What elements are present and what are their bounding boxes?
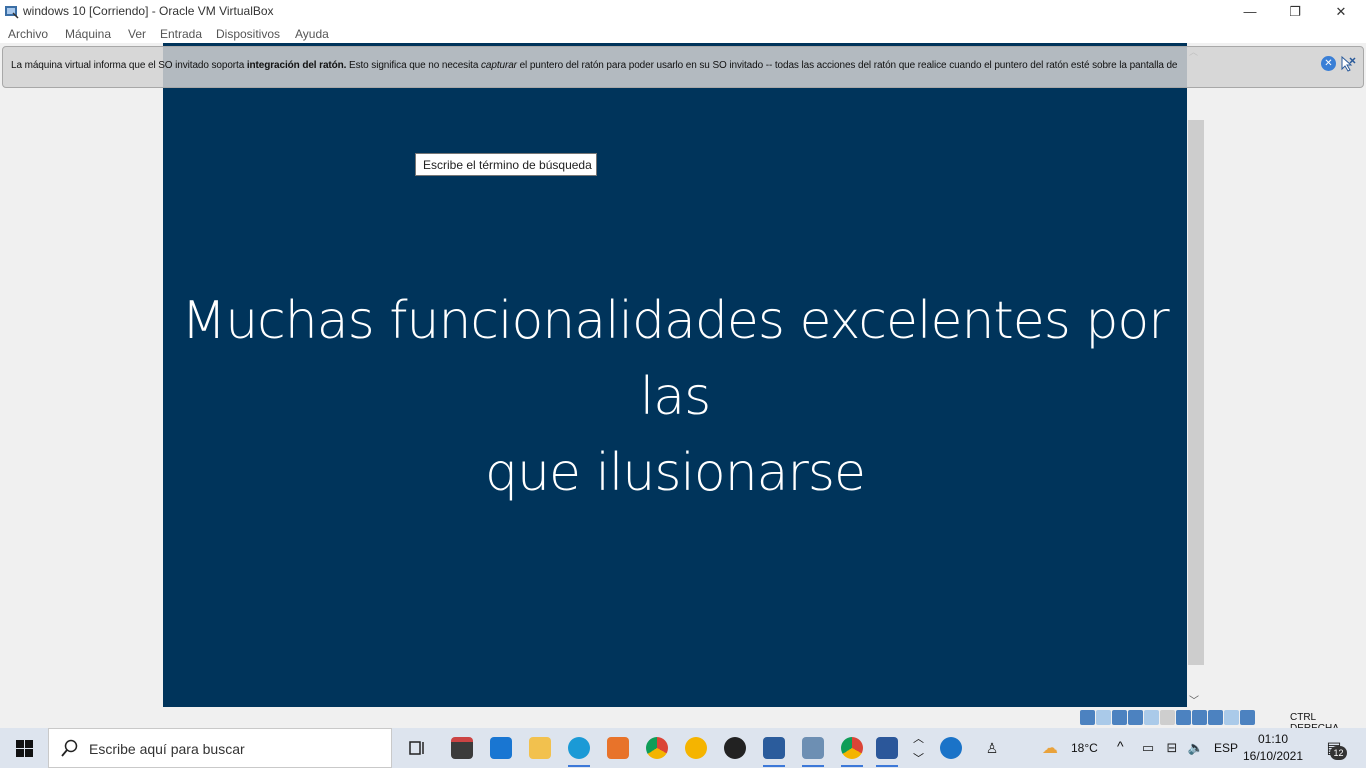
- search-placeholder: Escribe aquí para buscar: [89, 741, 245, 757]
- minimize-button[interactable]: —: [1227, 0, 1273, 23]
- clock[interactable]: 01:10 16/10/2021: [1238, 731, 1308, 765]
- keyboard-capture-icon[interactable]: [1240, 710, 1255, 725]
- setup-headline: Muchas funcionalidades excelentes por la…: [163, 283, 1187, 511]
- notification-text-bold: integración del ratón.: [246, 60, 347, 71]
- tray-scroll-up-icon[interactable]: ︿: [913, 730, 924, 746]
- file-explorer-icon[interactable]: [526, 734, 554, 762]
- video-capture-icon[interactable]: [1192, 710, 1207, 725]
- store-icon[interactable]: [448, 734, 476, 762]
- headline-line-2: que ilusionarse: [485, 443, 866, 503]
- restore-button[interactable]: ❐: [1272, 0, 1318, 23]
- notification-count-badge: 12: [1330, 746, 1347, 760]
- menu-entrada[interactable]: Entrada: [160, 27, 202, 41]
- clock-date: 16/10/2021: [1242, 749, 1304, 763]
- vertical-scrollbar-thumb[interactable]: [1188, 120, 1204, 665]
- taskbar-search-box[interactable]: Escribe aquí para buscar: [48, 728, 392, 768]
- notification-close-icon[interactable]: ✕: [1321, 56, 1336, 71]
- headline-line-1: Muchas funcionalidades excelentes por la…: [181, 291, 1169, 427]
- notification-text-part2: Esto significa que no necesita: [346, 60, 482, 71]
- audio-icon[interactable]: [1112, 710, 1127, 725]
- title-bar[interactable]: windows 10 [Corriendo] - Oracle VM Virtu…: [0, 0, 1366, 23]
- scroll-down-arrow-icon[interactable]: ﹀: [1189, 692, 1199, 707]
- people-icon[interactable]: ♙: [978, 734, 1006, 762]
- volume-icon[interactable]: 🔈: [1182, 734, 1210, 762]
- notification-text: La máquina virtual informa que el SO inv…: [11, 60, 1178, 71]
- mail-icon[interactable]: [487, 734, 515, 762]
- menu-dispositivos[interactable]: Dispositivos: [216, 27, 280, 41]
- word-icon[interactable]: [873, 734, 901, 767]
- chrome-profile-icon[interactable]: [838, 734, 866, 767]
- vm-window-icon[interactable]: [799, 734, 827, 767]
- shared-folders-icon[interactable]: [1160, 710, 1175, 725]
- menu-archivo[interactable]: Archivo: [8, 27, 48, 41]
- mouse-integration-icon[interactable]: [1224, 710, 1239, 725]
- windows-taskbar: Escribe aquí para buscar ︿ ﹀ ♙ ☁ 18°C ^ …: [0, 728, 1366, 768]
- obs-icon[interactable]: [721, 734, 749, 762]
- menu-maquina[interactable]: Máquina: [65, 27, 111, 41]
- orange-app-icon[interactable]: [604, 734, 632, 762]
- vm-status-bar: CTRL DERECHA: [0, 708, 1366, 734]
- search-tooltip: Escribe el término de búsqueda: [415, 153, 597, 176]
- chrome-icon[interactable]: [643, 734, 671, 762]
- virtualbox-window: windows 10 [Corriendo] - Oracle VM Virtu…: [0, 0, 1366, 734]
- search-icon: [61, 739, 78, 757]
- usb-icon[interactable]: [1144, 710, 1159, 725]
- virtualbox-taskbar-icon[interactable]: [760, 734, 788, 767]
- notification-text-part3: el puntero del ratón para poder usarlo e…: [516, 60, 1178, 71]
- hard-disk-icon[interactable]: [1080, 710, 1095, 725]
- optical-drive-icon[interactable]: [1096, 710, 1111, 725]
- menu-ayuda[interactable]: Ayuda: [295, 27, 329, 41]
- help-app-icon[interactable]: [937, 734, 965, 762]
- display-icon[interactable]: [1176, 710, 1191, 725]
- virtualbox-app-icon: [5, 6, 19, 19]
- virtualization-icon[interactable]: [1208, 710, 1223, 725]
- tray-scroll-down-icon[interactable]: ﹀: [913, 750, 924, 766]
- task-view-icon[interactable]: [403, 734, 431, 762]
- close-button[interactable]: ✕: [1318, 0, 1364, 23]
- status-indicators: [1080, 710, 1255, 725]
- vpn-app-icon[interactable]: [682, 734, 710, 762]
- notification-text-italic: capturar: [481, 60, 517, 71]
- weather-icon[interactable]: ☁: [1036, 734, 1064, 762]
- edge-icon[interactable]: [565, 734, 593, 767]
- network-icon[interactable]: [1128, 710, 1143, 725]
- menu-ver[interactable]: Ver: [128, 27, 146, 41]
- notification-text-part1: La máquina virtual informa que el SO inv…: [11, 60, 247, 71]
- mouse-integration-notification: La máquina virtual informa que el SO inv…: [2, 46, 1364, 88]
- weather-temperature[interactable]: 18°C: [1071, 741, 1098, 755]
- window-title: windows 10 [Corriendo] - Oracle VM Virtu…: [23, 4, 274, 18]
- language-indicator[interactable]: ESP: [1214, 741, 1238, 755]
- show-hidden-icons-icon[interactable]: ^: [1117, 738, 1124, 754]
- clock-time: 01:10: [1257, 732, 1289, 746]
- windows-logo-icon: [15, 739, 33, 757]
- menu-bar: Archivo Máquina Ver Entrada Dispositivos…: [0, 23, 1366, 43]
- start-button[interactable]: [0, 728, 48, 768]
- mouse-integration-disable-icon[interactable]: [1339, 55, 1357, 73]
